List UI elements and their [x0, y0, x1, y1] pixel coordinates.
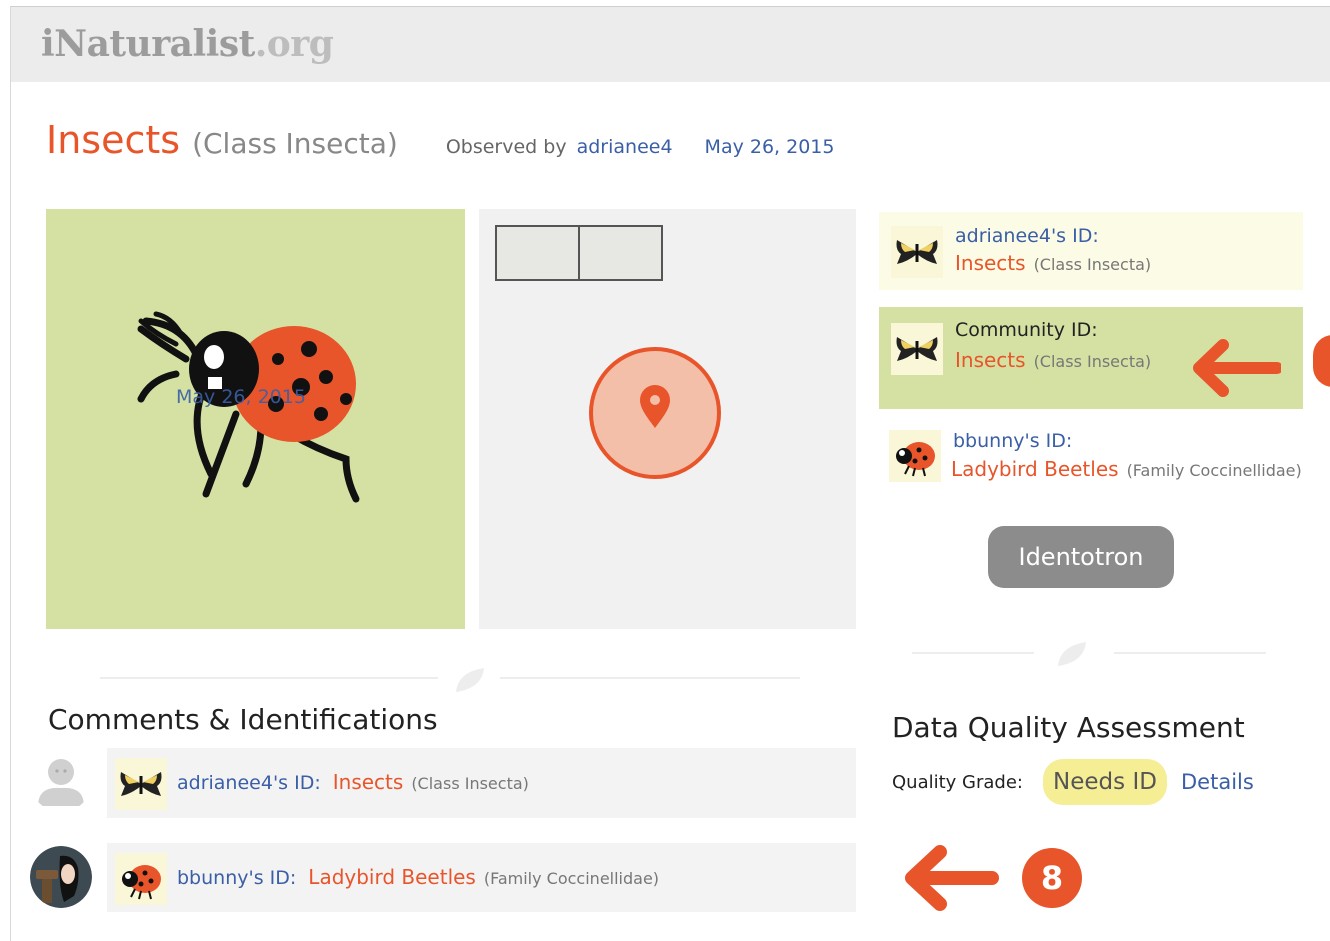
step-number-badge: 8	[1022, 848, 1082, 908]
logo-main: iNaturalist	[41, 23, 255, 65]
swallowtail-butterfly-icon	[891, 323, 943, 375]
comment-taxon-rank: (Class Insecta)	[411, 774, 529, 793]
photo-date-overlay: May 26, 2015	[176, 386, 306, 408]
id-card-other-user-name[interactable]: bbunny's ID:	[953, 430, 1072, 452]
annotation-circle-edge	[1313, 335, 1330, 387]
id-card-user-taxon-name[interactable]: Insects	[955, 251, 1026, 275]
comment-row[interactable]: adrianee4's ID: Insects (Class Insecta)	[107, 748, 856, 818]
map-type-button-right[interactable]	[578, 225, 663, 281]
site-logo[interactable]: iNaturalist.org	[41, 23, 334, 65]
id-card-other-user-taxon: Ladybird Beetles (Family Coccinellidae)	[951, 457, 1302, 481]
id-card-community[interactable]: Community ID: Insects (Class Insecta)	[879, 307, 1303, 409]
divider-right-2	[1114, 652, 1266, 654]
map-type-button-left[interactable]	[495, 225, 580, 281]
observer-link[interactable]: adrianee4	[577, 136, 673, 158]
location-pin-icon[interactable]	[588, 346, 722, 480]
arrow-left-icon	[905, 845, 999, 911]
ladybug-illustration	[137, 311, 360, 503]
top-bar: iNaturalist.org	[11, 7, 1330, 82]
comment-user-link[interactable]: adrianee4's ID:	[177, 772, 321, 794]
map-type-toggle	[495, 225, 663, 281]
swallowtail-butterfly-icon	[891, 226, 943, 278]
quality-grade-label: Quality Grade:	[892, 772, 1023, 793]
data-quality-title: Data Quality Assessment	[892, 711, 1245, 744]
comment-user-link[interactable]: bbunny's ID:	[177, 867, 296, 889]
identotron-button[interactable]: Identotron	[988, 526, 1174, 588]
id-card-user-taxon: Insects (Class Insecta)	[955, 251, 1151, 275]
comment-taxon-link[interactable]: Insects	[333, 770, 404, 794]
comment-line: bbunny's ID: Ladybird Beetles (Family Cocc…	[177, 865, 659, 889]
community-id-taxon: Insects (Class Insecta)	[955, 348, 1151, 372]
observation-photo[interactable]: May 26, 2015	[46, 209, 465, 629]
observation-map[interactable]	[479, 209, 856, 629]
comment-taxon-rank: (Family Coccinellidae)	[483, 869, 660, 888]
taxon-rank: (Class Insecta)	[192, 127, 398, 160]
leaf-icon	[1058, 642, 1086, 666]
id-card-other-user-taxon-name[interactable]: Ladybird Beetles	[951, 457, 1119, 481]
ladybug-icon	[889, 430, 941, 482]
id-card-other-user-taxon-rank: (Family Coccinellidae)	[1126, 461, 1302, 480]
observation-header: Insects (Class Insecta) Observed by adri…	[46, 118, 834, 168]
observation-date[interactable]: May 26, 2015	[705, 136, 835, 158]
quality-grade-badge: Needs ID	[1043, 759, 1167, 805]
ladybug-icon	[115, 853, 167, 905]
avatar-adrianee4[interactable]	[30, 750, 92, 812]
community-id-taxon-rank: (Class Insecta)	[1033, 352, 1152, 371]
id-card-user-name[interactable]: adrianee4's ID:	[955, 225, 1099, 247]
community-id-label: Community ID:	[955, 319, 1098, 341]
default-user-icon	[30, 750, 92, 812]
user-photo-icon	[30, 846, 92, 908]
comments-section-title: Comments & Identifications	[48, 703, 438, 736]
window-border-left	[10, 6, 11, 941]
comment-line: adrianee4's ID: Insects (Class Insecta)	[177, 770, 529, 794]
id-card-user[interactable]: adrianee4's ID: Insects (Class Insecta)	[879, 212, 1303, 290]
observed-by-label: Observed by	[445, 136, 567, 158]
comment-taxon-link[interactable]: Ladybird Beetles	[308, 865, 476, 889]
divider-left	[100, 677, 438, 679]
arrow-left-icon	[1193, 339, 1281, 397]
id-card-other-user[interactable]: bbunny's ID: Ladybird Beetles (Family Coc…	[879, 420, 1303, 500]
leaf-icon	[456, 668, 484, 692]
quality-details-link[interactable]: Details	[1181, 770, 1254, 794]
community-id-taxon-name[interactable]: Insects	[955, 348, 1026, 372]
divider-right	[912, 652, 1034, 654]
swallowtail-butterfly-icon	[115, 758, 167, 810]
comment-row[interactable]: bbunny's ID: Ladybird Beetles (Family Cocc…	[107, 843, 856, 912]
id-card-user-taxon-rank: (Class Insecta)	[1033, 255, 1152, 274]
taxon-name[interactable]: Insects	[46, 118, 180, 162]
avatar-bbunny[interactable]	[30, 846, 92, 908]
logo-suffix: .org	[254, 23, 334, 65]
divider-left-2	[500, 677, 800, 679]
